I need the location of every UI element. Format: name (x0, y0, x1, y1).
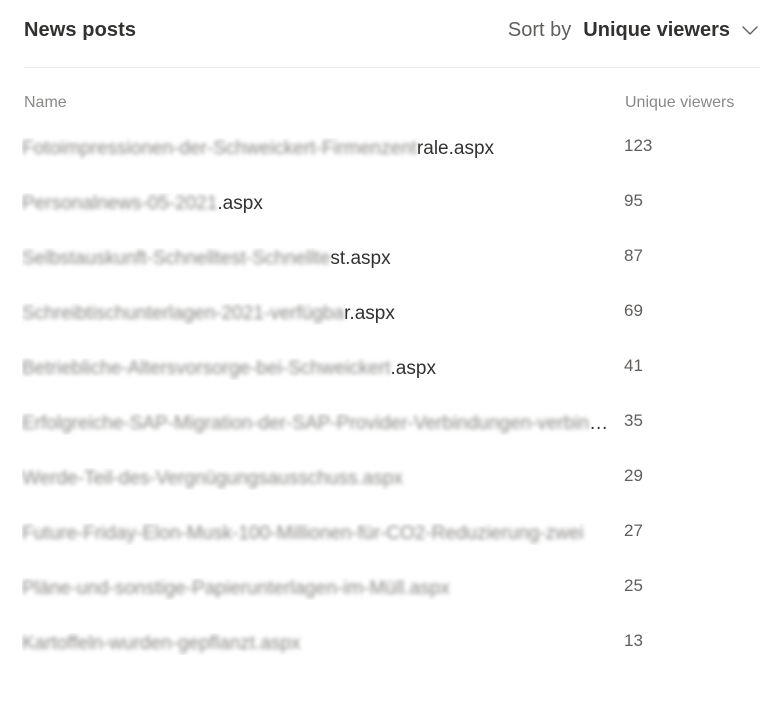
redacted-text: Selbstauskunft-Schnelltest-Schnellte (22, 248, 331, 269)
news-post-link[interactable]: Schreibtischunterlagen-2021-verfügbar.as… (22, 303, 612, 325)
redacted-text: Erfolgreiche-SAP-Migration-der-SAP-Provi… (22, 413, 612, 434)
list-item[interactable]: Kartoffeln-wurden-gepflanzt.aspx 13 (0, 617, 782, 672)
unique-viewers-count: 29 (624, 466, 643, 485)
post-filename: rale.aspx (416, 138, 495, 159)
header-divider (24, 67, 760, 68)
redacted-text: Kartoffeln-wurden-gepflanzt.aspx (22, 633, 301, 654)
list-item[interactable]: Fotoimpressionen-der-Schweickert-Firmenz… (0, 122, 782, 177)
unique-viewers-count: 41 (624, 356, 643, 375)
sort-value[interactable]: Unique viewers (583, 19, 730, 42)
redacted-text: Personalnews-05-2021 (22, 193, 218, 214)
news-post-link[interactable]: Kartoffeln-wurden-gepflanzt.aspx (22, 633, 612, 655)
news-post-link[interactable]: Erfolgreiche-SAP-Migration-der-SAP-Provi… (22, 413, 612, 435)
list-item[interactable]: Werde-Teil-des-Vergnügungsausschuss.aspx… (0, 452, 782, 507)
unique-viewers-count: 25 (624, 576, 643, 595)
news-post-link[interactable]: Fotoimpressionen-der-Schweickert-Firmenz… (22, 138, 612, 160)
redacted-text: Pläne-und-sonstige-Papierunterlagen-im-M… (22, 578, 450, 599)
unique-viewers-count: 69 (624, 301, 643, 320)
post-filename: r.aspx (344, 303, 395, 324)
list-item[interactable]: Future-Friday-Elon-Musk-100-Millionen-fü… (0, 507, 782, 562)
unique-viewers-count: 123 (624, 136, 653, 155)
chevron-down-icon[interactable] (740, 20, 760, 40)
redacted-text: Future-Friday-Elon-Musk-100-Millionen-fü… (22, 523, 584, 544)
news-post-link[interactable]: Selbstauskunft-Schnelltest-Schnelltest.a… (22, 248, 612, 270)
unique-viewers-count: 87 (624, 246, 643, 265)
sort-label: Sort by (507, 18, 572, 41)
unique-viewers-count: 13 (624, 631, 643, 650)
column-header-name: Name (24, 94, 67, 111)
news-post-link[interactable]: Future-Friday-Elon-Musk-100-Millionen-fü… (22, 523, 612, 545)
post-filename: st.aspx (330, 248, 391, 269)
list-item[interactable]: Personalnews-05-2021.aspx 95 (0, 177, 782, 232)
redacted-text: Fotoimpressionen-der-Schweickert-Firmenz… (22, 138, 417, 159)
post-filename: .aspx (217, 193, 263, 214)
news-post-link[interactable]: Pläne-und-sonstige-Papierunterlagen-im-M… (22, 578, 612, 600)
list-item[interactable]: Erfolgreiche-SAP-Migration-der-SAP-Provi… (0, 397, 782, 452)
post-filename: .aspx (390, 358, 436, 379)
news-posts-panel: News posts Sort by Unique viewers Name U… (0, 0, 782, 702)
unique-viewers-count: 35 (624, 411, 643, 430)
unique-viewers-count: 95 (624, 191, 643, 210)
news-post-link[interactable]: Personalnews-05-2021.aspx (22, 193, 612, 215)
news-post-link[interactable]: Betriebliche-Altersvorsorge-bei-Schweick… (22, 358, 612, 380)
redacted-text: Werde-Teil-des-Vergnügungsausschuss.aspx (22, 468, 403, 489)
list-item[interactable]: Schreibtischunterlagen-2021-verfügbar.as… (0, 287, 782, 342)
redacted-text: Schreibtischunterlagen-2021-verfügba (22, 303, 345, 324)
unique-viewers-count: 27 (624, 521, 643, 540)
list-item[interactable]: Betriebliche-Altersvorsorge-bei-Schweick… (0, 342, 782, 397)
column-header-views: Unique viewers (625, 94, 735, 111)
sort-dropdown[interactable]: Sort by Unique viewers (508, 19, 760, 42)
panel-header: News posts Sort by Unique viewers (24, 14, 760, 46)
news-post-link[interactable]: Werde-Teil-des-Vergnügungsausschuss.aspx (22, 468, 612, 490)
panel-title: News posts (24, 18, 137, 41)
list-item[interactable]: Selbstauskunft-Schnelltest-Schnelltest.a… (0, 232, 782, 287)
redacted-text: Betriebliche-Altersvorsorge-bei-Schweick… (22, 358, 391, 379)
list-item[interactable]: Pläne-und-sonstige-Papierunterlagen-im-M… (0, 562, 782, 617)
